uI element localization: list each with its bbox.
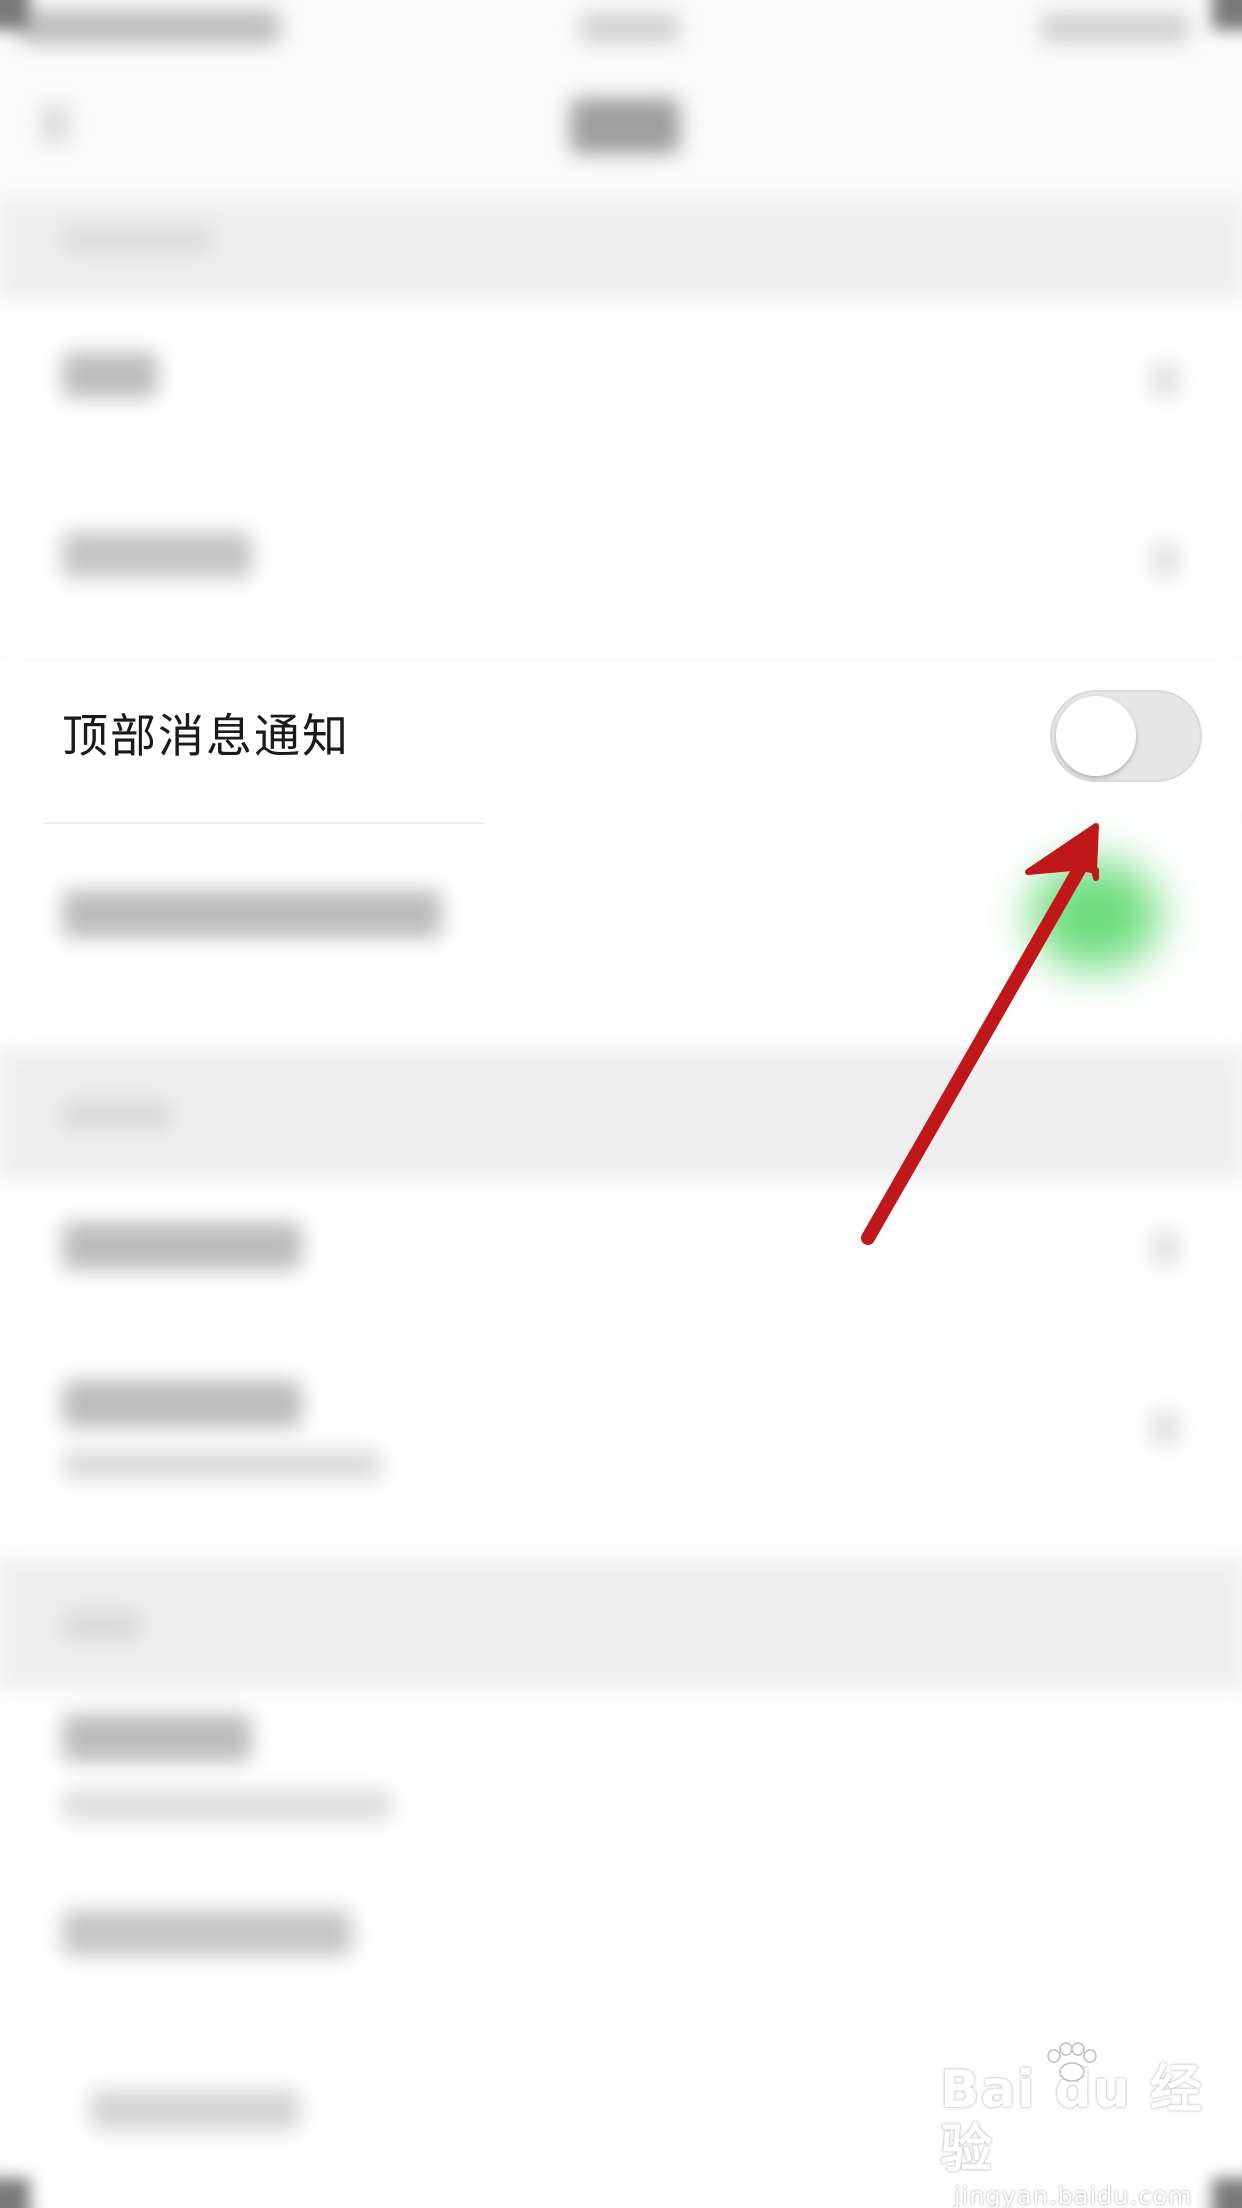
arrow-tip [1025,823,1099,881]
watermark: Bai du 经验 jingyan.baidu.com [940,2042,1220,2208]
phone-screen: 顶部消息通知 Bai du 经验 jingyan.baidu.com [0,0,1242,2208]
watermark-url: jingyan.baidu.com [954,2182,1193,2208]
arrow-shaft [861,861,1087,1245]
paw-icon [1047,2042,1097,2082]
annotation-arrow [861,823,1099,1245]
